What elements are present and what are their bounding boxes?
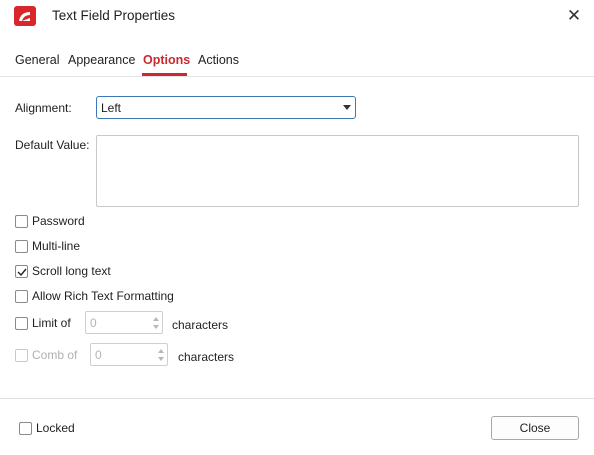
default-value-label: Default Value: <box>15 138 90 152</box>
limit-label: Limit of <box>32 316 71 330</box>
checkmark-icon <box>17 268 27 277</box>
active-tab-indicator <box>142 73 187 76</box>
stepper-down-icon <box>158 357 164 361</box>
comb-characters-label: characters <box>178 350 235 364</box>
stepper-down-icon[interactable] <box>153 325 159 329</box>
comb-checkbox <box>15 349 28 362</box>
comb-value: 0 <box>95 348 102 362</box>
multiline-checkbox[interactable] <box>15 240 28 253</box>
close-button[interactable]: Close <box>491 416 579 440</box>
password-label: Password <box>32 214 85 228</box>
multiline-label: Multi-line <box>32 239 81 253</box>
rich-text-label: Allow Rich Text Formatting <box>32 289 174 303</box>
footer-divider <box>0 398 594 399</box>
default-value-field[interactable] <box>96 135 579 207</box>
dropdown-arrow-icon <box>343 105 351 110</box>
limit-checkbox[interactable] <box>15 317 28 330</box>
password-checkbox[interactable] <box>15 215 28 228</box>
scroll-long-text-label: Scroll long text <box>32 264 111 278</box>
alignment-dropdown[interactable]: Left <box>96 96 356 119</box>
comb-stepper: 0 <box>90 343 168 366</box>
alignment-label: Alignment: <box>15 101 72 115</box>
comb-label: Comb of <box>32 348 78 362</box>
rich-text-checkbox[interactable] <box>15 290 28 303</box>
scroll-long-text-checkbox[interactable] <box>15 265 28 278</box>
limit-stepper[interactable]: 0 <box>85 311 163 334</box>
stepper-up-icon[interactable] <box>153 317 159 321</box>
locked-checkbox[interactable] <box>19 422 32 435</box>
close-icon[interactable]: ✕ <box>563 5 585 27</box>
tab-general[interactable]: General <box>15 53 59 67</box>
tab-bar: General Appearance Options Actions <box>0 46 594 77</box>
tab-actions[interactable]: Actions <box>198 53 239 67</box>
dialog-title: Text Field Properties <box>52 8 176 23</box>
limit-characters-label: characters <box>172 318 229 332</box>
pdf-app-logo-icon <box>14 6 36 26</box>
tab-options[interactable]: Options <box>143 53 190 67</box>
locked-label: Locked <box>36 421 75 435</box>
title-bar: Text Field Properties ✕ <box>0 0 594 32</box>
alignment-value: Left <box>101 101 122 115</box>
tab-appearance[interactable]: Appearance <box>68 53 135 67</box>
limit-value: 0 <box>90 316 97 330</box>
stepper-up-icon <box>158 349 164 353</box>
